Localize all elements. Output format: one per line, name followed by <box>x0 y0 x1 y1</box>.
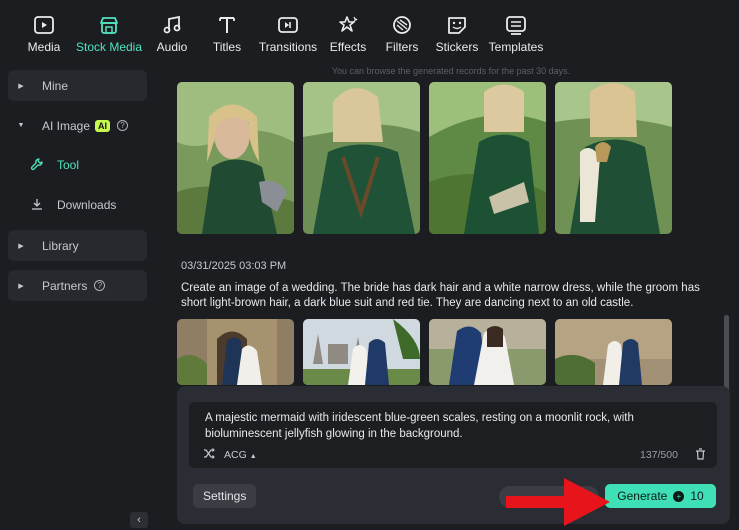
sidebar-item-tool-label: Tool <box>57 158 80 172</box>
sidebar-item-library-label: Library <box>42 238 79 253</box>
sidebar-item-partners-label: Partners <box>42 278 88 293</box>
record-prompt: Create an image of a wedding. The bride … <box>181 282 700 309</box>
generated-image-elf-1[interactable] <box>177 82 294 234</box>
sidebar-item-downloads[interactable]: Downloads <box>30 194 116 216</box>
download-icon <box>30 197 44 214</box>
templates-icon <box>505 14 527 36</box>
shuffle-icon[interactable] <box>203 448 215 462</box>
collapse-sidebar-button[interactable]: ‹ <box>130 512 148 528</box>
tab-stock-media[interactable]: Stock Media <box>74 0 144 60</box>
titles-t-icon <box>216 14 238 36</box>
annotation-arrow-icon <box>506 478 610 526</box>
main-content: You can browse the generated records for… <box>163 62 739 530</box>
tab-media[interactable]: Media <box>24 0 64 60</box>
caret-up-icon: ▲ <box>249 453 257 460</box>
tab-effects-label: Effects <box>329 40 367 54</box>
generated-image-elf-4[interactable] <box>555 82 672 234</box>
sidebar-item-mine[interactable]: ▶ Mine <box>8 70 147 101</box>
caret-right-icon: ▶ <box>18 242 24 250</box>
generated-image-elf-3[interactable] <box>429 82 546 234</box>
sidebar-item-tool[interactable]: Tool <box>30 154 79 176</box>
tab-titles[interactable]: Titles <box>207 0 247 60</box>
generated-image-wedding-2[interactable] <box>303 319 420 385</box>
generated-image-wedding-3[interactable] <box>429 319 546 385</box>
tab-filters[interactable]: Filters <box>382 0 422 60</box>
sidebar: ▶ Mine ▼ AI Image AI ? Tool Downloads ▶ … <box>0 62 163 530</box>
generate-cost: 10 <box>690 489 704 503</box>
ai-badge: AI <box>95 119 111 132</box>
history-notice: You can browse the generated records for… <box>331 66 571 76</box>
sidebar-item-ai-image[interactable]: ▼ AI Image AI ? <box>8 110 147 141</box>
tab-transitions[interactable]: Transitions <box>257 0 319 60</box>
help-icon[interactable]: ? <box>94 280 106 291</box>
tab-templates[interactable]: Templates <box>488 0 544 60</box>
tab-effects[interactable]: Effects <box>327 0 369 60</box>
effects-icon <box>337 14 359 36</box>
tab-titles-label: Titles <box>212 40 242 54</box>
tab-stock-media-label: Stock Media <box>75 40 143 54</box>
settings-button[interactable]: Settings <box>193 484 257 508</box>
record-timestamp: 03/31/2025 03:03 PM <box>181 260 287 272</box>
sidebar-item-ai-image-label: AI Image <box>42 118 91 133</box>
trash-icon[interactable] <box>695 447 706 465</box>
tab-media-label: Media <box>27 40 61 54</box>
stickers-icon <box>446 14 468 36</box>
style-selector[interactable]: ACG ▲ <box>224 449 257 461</box>
wrench-icon <box>30 157 44 174</box>
generated-image-wedding-1[interactable] <box>177 319 294 385</box>
credit-coin-icon: + <box>673 490 685 502</box>
prompt-input[interactable]: A majestic mermaid with iridescent blue-… <box>189 402 717 468</box>
tab-templates-label: Templates <box>488 40 544 54</box>
character-count: 137/500 <box>640 449 678 461</box>
generated-image-wedding-4[interactable] <box>555 319 672 385</box>
filters-icon <box>391 14 413 36</box>
scrollbar-thumb[interactable] <box>724 315 729 393</box>
prompt-composer: A majestic mermaid with iridescent blue-… <box>177 386 730 526</box>
stock-media-icon <box>98 14 120 36</box>
caret-right-icon: ▶ <box>18 82 24 90</box>
tab-stickers[interactable]: Stickers <box>434 0 480 60</box>
media-icon <box>33 14 55 36</box>
sidebar-item-library[interactable]: ▶ Library <box>8 230 147 261</box>
generated-image-elf-2[interactable] <box>303 82 420 234</box>
tab-audio[interactable]: Audio <box>152 0 192 60</box>
sidebar-item-mine-label: Mine <box>42 78 69 93</box>
prompt-input-text[interactable]: A majestic mermaid with iridescent blue-… <box>205 410 705 442</box>
caret-right-icon: ▶ <box>18 282 24 290</box>
top-toolbar: Media Stock Media Audio Titles Transitio… <box>0 0 739 62</box>
tab-filters-label: Filters <box>385 40 419 54</box>
generate-button-label: Generate <box>617 489 668 503</box>
caret-down-icon: ▼ <box>17 122 25 129</box>
audio-note-icon <box>161 14 183 36</box>
sidebar-item-partners[interactable]: ▶ Partners ? <box>8 270 147 301</box>
tab-stickers-label: Stickers <box>435 40 479 54</box>
tab-transitions-label: Transitions <box>258 40 318 54</box>
help-icon[interactable]: ? <box>117 120 129 131</box>
transitions-icon <box>277 14 299 36</box>
tab-audio-label: Audio <box>156 40 188 54</box>
sidebar-item-downloads-label: Downloads <box>57 198 117 212</box>
generate-button[interactable]: Generate + 10 <box>605 484 716 508</box>
style-selector-label: ACG <box>224 449 247 461</box>
